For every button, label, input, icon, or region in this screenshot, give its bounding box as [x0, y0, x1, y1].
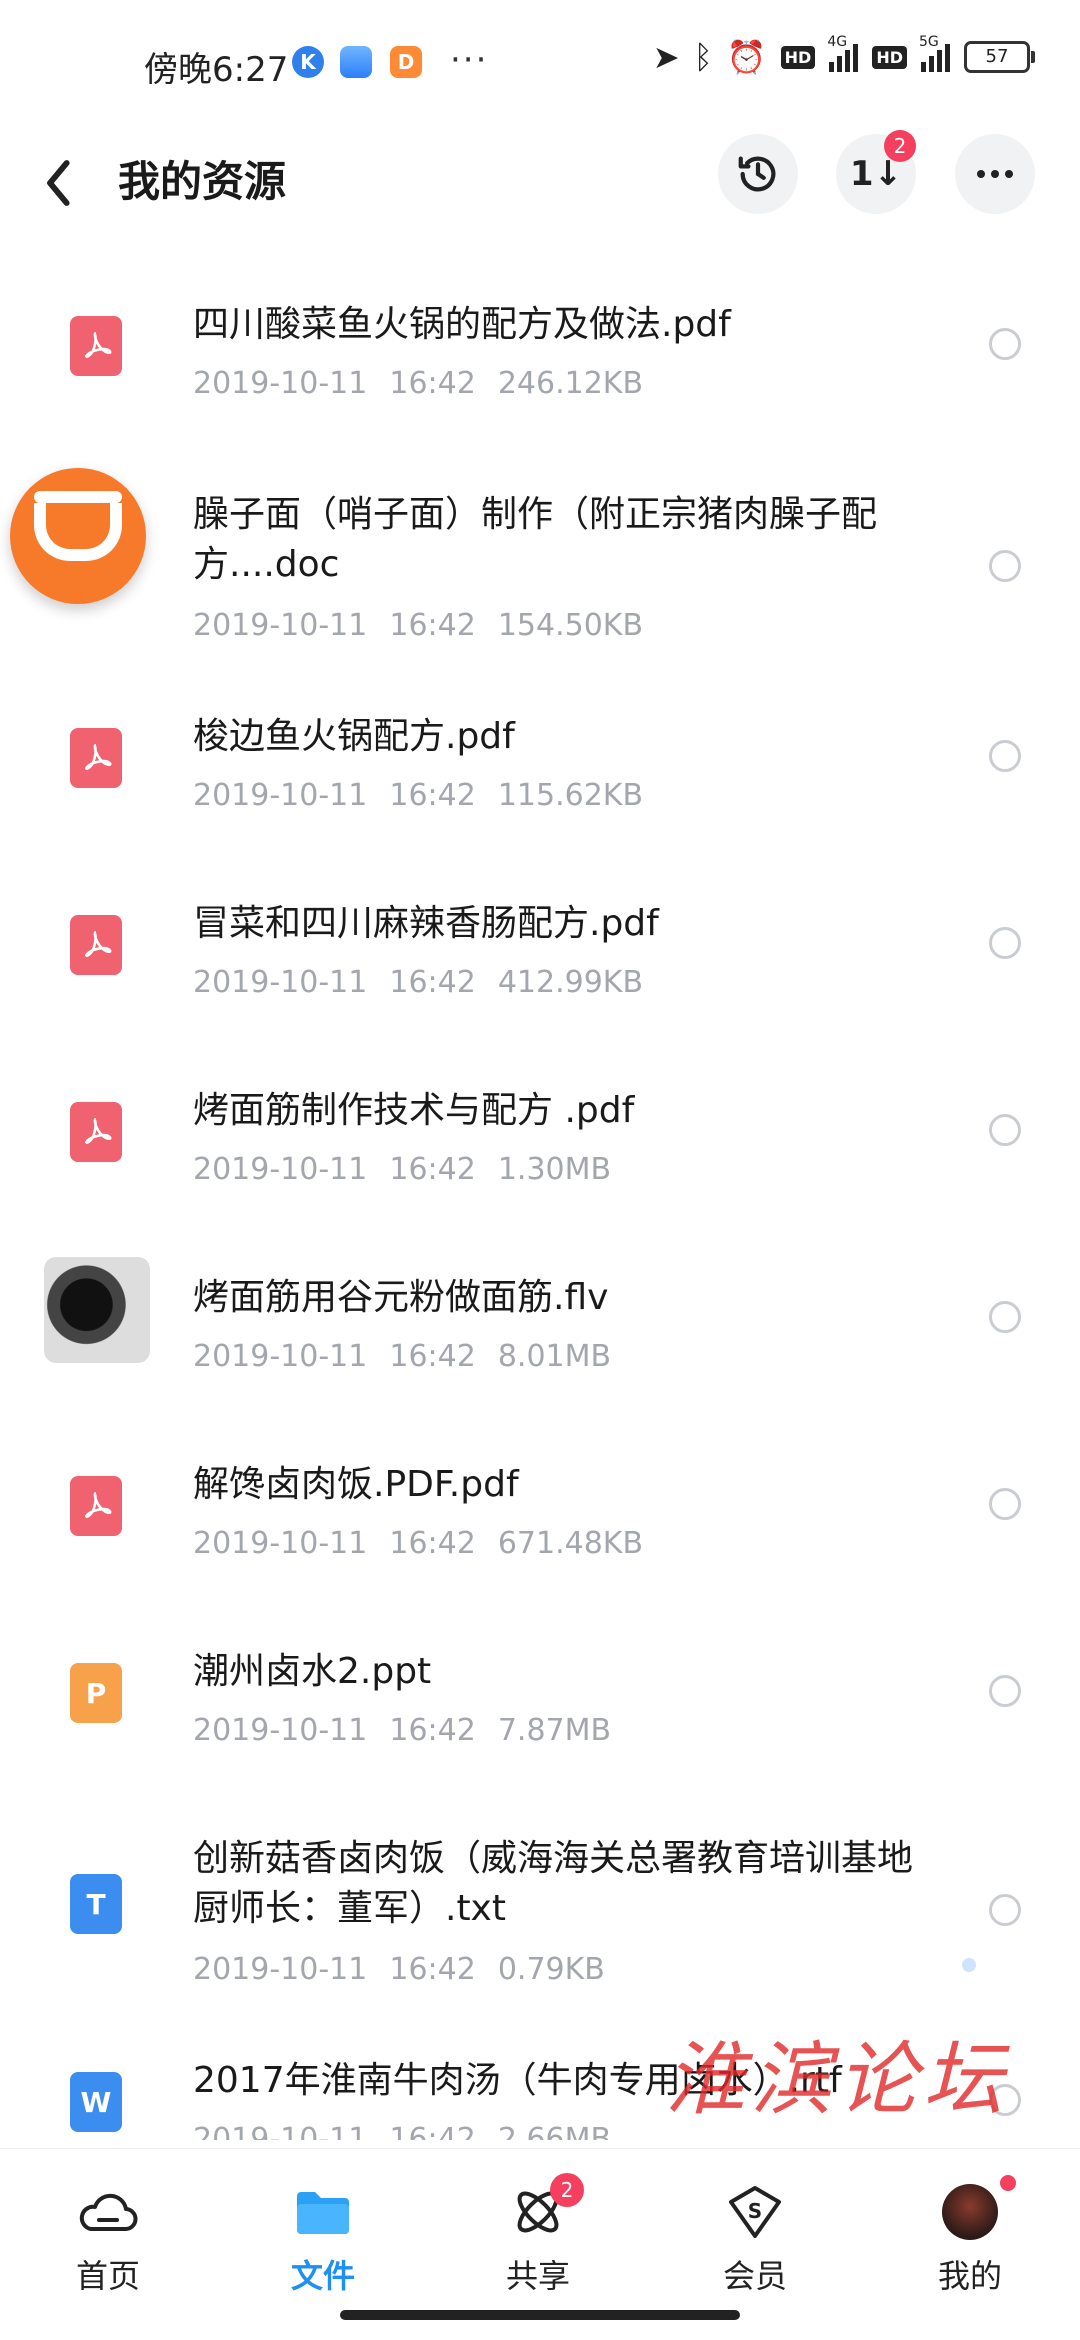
file-name: 烤面筋用谷元粉做面筋.flv [193, 1277, 609, 1318]
folder-icon [253, 2179, 393, 2245]
watermark: 淮滨论坛 [665, 2033, 1009, 2126]
file-name: 冒菜和四川麻辣香肠配方.pdf [193, 903, 659, 944]
file-name: 解馋卤肉饭.PDF.pdf [193, 1464, 519, 1505]
file-name: 创新菇香卤肉饭（威海海关总署教育培训基地厨师长：董军）.txt [193, 1838, 914, 1929]
file-meta: 2019-10-11 16:42 8.01MB [193, 1339, 612, 1374]
battery-icon: 57 [964, 41, 1035, 73]
status-time: 傍晚6:27 [144, 50, 289, 90]
nav-files[interactable]: 文件 [253, 2179, 393, 2297]
chevron-left-icon [47, 160, 70, 206]
signal-5g-icon: 5G [919, 34, 950, 72]
nav-share-label: 共享 [505, 2257, 570, 2295]
nav-mine[interactable]: 我的 [900, 2175, 1040, 2297]
transfer-badge: 2 [884, 130, 916, 162]
status-icons: ➤ ᛒ ⏰ HD 4G HD 5G 57 [652, 34, 1035, 76]
select-radio[interactable] [989, 740, 1021, 772]
scroll-indicator-dot [962, 1958, 976, 1972]
didi-logo-icon [34, 491, 122, 561]
nav-home-label: 首页 [75, 2257, 140, 2295]
share-badge: 2 [550, 2173, 584, 2207]
header: 我的资源 1↓ 2 [0, 130, 1080, 240]
file-meta: 2019-10-11 16:42 115.62KB [193, 778, 644, 813]
pdf-file-icon [70, 915, 122, 975]
didi-app-icon: D [390, 46, 422, 78]
select-radio[interactable] [989, 328, 1021, 360]
more-icon [977, 170, 1013, 178]
file-name: 潮州卤水2.ppt [193, 1651, 432, 1692]
more-button[interactable] [955, 134, 1035, 214]
select-radio[interactable] [989, 550, 1021, 582]
nav-files-label: 文件 [290, 2257, 355, 2295]
status-bar: 傍晚6:27 K D ··· ➤ ᛒ ⏰ HD 4G HD 5G 57 [0, 0, 1080, 130]
rtf-file-icon: W [70, 2072, 122, 2132]
select-radio[interactable] [989, 1301, 1021, 1333]
history-button[interactable] [718, 134, 798, 214]
avatar-container [900, 2175, 1040, 2245]
file-meta: 2019-10-11 16:42 671.48KB [193, 1526, 644, 1561]
video-thumbnail [44, 1257, 150, 1363]
file-name: 四川酸菜鱼火锅的配方及做法.pdf [193, 304, 731, 345]
nav-home[interactable]: 首页 [38, 2179, 178, 2297]
hd-icon-2: HD [872, 45, 907, 69]
nav-share[interactable]: 2 共享 [468, 2173, 608, 2297]
share-atom-icon: 2 [468, 2173, 608, 2245]
file-meta: 2019-10-11 16:42 412.99KB [193, 965, 644, 1000]
ppt-file-icon: P [70, 1663, 122, 1723]
pdf-file-icon [70, 728, 122, 788]
file-list: 四川酸菜鱼火锅的配方及做法.pdf 2019-10-11 16:42 246.12K… [0, 240, 1080, 2140]
signal-4g-icon: 4G [827, 34, 859, 72]
pdf-file-icon [70, 1102, 122, 1162]
file-name: 烤面筋制作技术与配方 .pdf [193, 1090, 635, 1131]
back-button[interactable] [40, 150, 100, 220]
home-indicator [340, 2310, 740, 2320]
nav-mine-label: 我的 [937, 2257, 1002, 2295]
select-radio[interactable] [989, 1675, 1021, 1707]
more-notifications-icon: ··· [450, 40, 489, 80]
notification-dot [1000, 2175, 1016, 2191]
page-title: 我的资源 [118, 157, 287, 206]
file-meta: 2019-10-11 16:42 0.79KB [193, 1952, 605, 1987]
file-name: 臊子面（哨子面）制作（附正宗猪肉臊子配方....doc [193, 494, 878, 585]
k-app-icon: K [292, 46, 324, 78]
history-icon [738, 156, 776, 192]
select-radio[interactable] [989, 1114, 1021, 1146]
txt-file-icon: T [70, 1874, 122, 1934]
select-radio[interactable] [989, 1894, 1021, 1926]
floating-didi-button[interactable] [10, 468, 146, 604]
file-meta: 2019-10-11 16:42 1.30MB [193, 1152, 612, 1187]
transfer-button[interactable]: 1↓ 2 [836, 130, 916, 214]
cloud-app-icon [340, 46, 372, 78]
pdf-file-icon [70, 316, 122, 376]
svg-text:S: S [748, 2199, 762, 2223]
nav-vip-label: 会员 [722, 2257, 787, 2295]
file-meta: 2019-10-11 16:42 2.66MB [193, 2122, 612, 2140]
avatar [942, 2184, 998, 2240]
select-radio[interactable] [989, 927, 1021, 959]
home-cloud-icon [38, 2179, 178, 2245]
alarm-icon: ⏰ [726, 38, 767, 76]
location-icon: ➤ [652, 38, 680, 76]
pdf-file-icon [70, 1476, 122, 1536]
file-name: 梭边鱼火锅配方.pdf [193, 716, 515, 757]
hd-icon: HD [780, 45, 816, 69]
file-meta: 2019-10-11 16:42 246.12KB [193, 366, 644, 401]
nav-vip[interactable]: S 会员 [685, 2179, 825, 2297]
select-radio[interactable] [989, 1488, 1021, 1520]
vip-diamond-icon: S [685, 2179, 825, 2245]
file-meta: 2019-10-11 16:42 154.50KB [193, 608, 644, 643]
file-meta: 2019-10-11 16:42 7.87MB [193, 1713, 612, 1748]
bluetooth-icon: ᛒ [693, 38, 713, 76]
